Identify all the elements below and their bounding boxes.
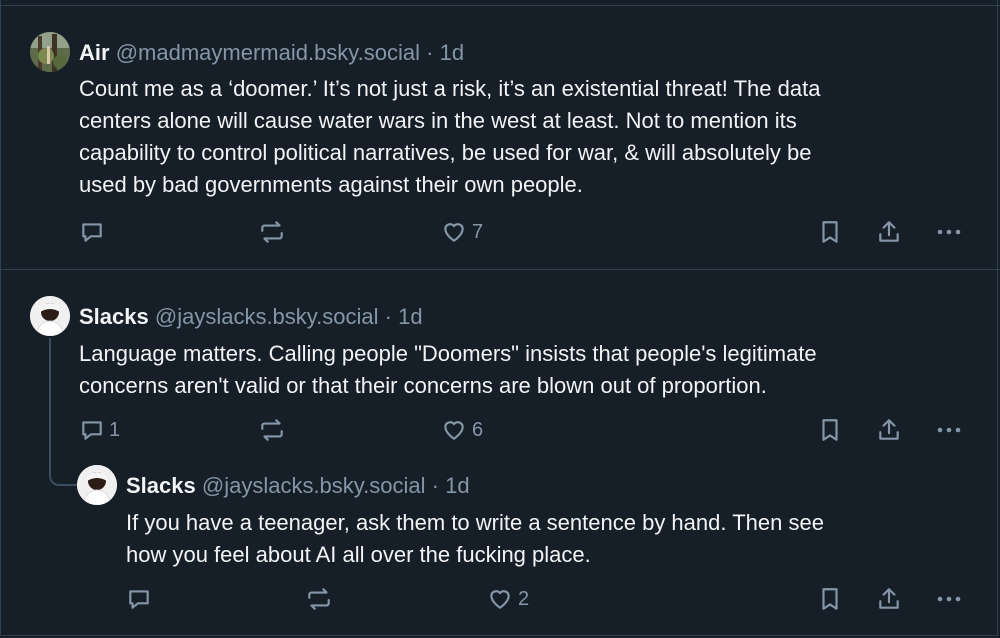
ellipsis-icon — [934, 586, 964, 612]
heart-icon — [440, 417, 468, 443]
repost-button[interactable] — [258, 415, 290, 445]
like-button[interactable]: 6 — [440, 415, 483, 445]
bookmark-button[interactable] — [818, 415, 842, 445]
text-line: capability to control political narrativ… — [79, 140, 812, 165]
speech-bubble-icon — [126, 586, 152, 612]
bookmark-button[interactable] — [818, 584, 842, 614]
like-count: 6 — [472, 418, 484, 441]
post-header: Slacks @jayslacks.bsky.social · 1d — [126, 472, 470, 500]
repost-arrows-icon — [258, 417, 286, 443]
repost-arrows-icon — [305, 586, 333, 612]
share-icon — [876, 586, 902, 612]
post-text: If you have a teenager, ask them to writ… — [126, 507, 986, 571]
reply-button[interactable]: 1 — [79, 415, 120, 445]
text-line: If you have a teenager, ask them to writ… — [126, 510, 824, 535]
bookmark-icon — [818, 219, 842, 245]
more-options-button[interactable] — [934, 584, 964, 614]
ellipsis-icon — [934, 417, 964, 443]
user-handle[interactable]: @madmaymermaid.bsky.social — [116, 40, 420, 65]
share-icon — [876, 417, 902, 443]
person-photo-avatar[interactable] — [77, 465, 117, 505]
post-header: Air @madmaymermaid.bsky.social · 1d — [79, 39, 464, 67]
display-name[interactable]: Air — [79, 40, 110, 65]
post-text: Language matters. Calling people "Doomer… — [79, 338, 979, 402]
text-line: concerns aren't valid or that their conc… — [79, 373, 767, 398]
post-timestamp[interactable]: 1d — [440, 40, 464, 65]
post-header: Slacks @jayslacks.bsky.social · 1d — [79, 303, 423, 331]
display-name[interactable]: Slacks — [126, 473, 196, 498]
post-timestamp[interactable]: 1d — [445, 473, 469, 498]
repost-button[interactable] — [305, 584, 337, 614]
bookmark-button[interactable] — [818, 217, 842, 247]
post-air[interactable]: Air @madmaymermaid.bsky.social · 1d Coun… — [0, 0, 1000, 269]
text-line: Language matters. Calling people "Doomer… — [79, 341, 817, 366]
repost-arrows-icon — [258, 219, 286, 245]
like-button[interactable]: 7 — [440, 217, 483, 247]
action-bar: 1 6 — [0, 415, 1000, 445]
meta-separator: · — [426, 40, 434, 65]
bookmark-icon — [818, 586, 842, 612]
like-count: 2 — [518, 587, 530, 610]
post-slacks-parent[interactable]: Slacks @jayslacks.bsky.social · 1d Langu… — [0, 270, 1000, 460]
share-button[interactable] — [876, 415, 902, 445]
more-options-button[interactable] — [934, 217, 964, 247]
speech-bubble-icon — [79, 417, 105, 443]
person-photo-avatar[interactable] — [30, 296, 70, 336]
heart-icon — [440, 219, 468, 245]
post-timestamp[interactable]: 1d — [398, 304, 422, 329]
heart-icon — [486, 586, 514, 612]
post-text: Count me as a ‘doomer.’ It’s not just a … — [79, 73, 979, 201]
post-slacks-reply[interactable]: Slacks @jayslacks.bsky.social · 1d If yo… — [0, 460, 1000, 630]
like-count: 7 — [472, 220, 484, 243]
more-options-button[interactable] — [934, 415, 964, 445]
share-icon — [876, 219, 902, 245]
action-bar: 7 — [0, 217, 1000, 247]
text-line: how you feel about AI all over the fucki… — [126, 542, 591, 567]
reply-button[interactable] — [79, 217, 109, 247]
repost-button[interactable] — [258, 217, 290, 247]
text-line: used by bad governments against their ow… — [79, 172, 583, 197]
meta-separator: · — [384, 304, 392, 329]
speech-bubble-icon — [79, 219, 105, 245]
bookmark-icon — [818, 417, 842, 443]
text-line: Count me as a ‘doomer.’ It’s not just a … — [79, 76, 821, 101]
ellipsis-icon — [934, 219, 964, 245]
meta-separator: · — [431, 473, 439, 498]
like-button[interactable]: 2 — [486, 584, 529, 614]
action-bar: 2 — [0, 584, 1000, 614]
share-button[interactable] — [876, 584, 902, 614]
user-handle[interactable]: @jayslacks.bsky.social — [155, 304, 379, 329]
display-name[interactable]: Slacks — [79, 304, 149, 329]
reply-count: 1 — [109, 418, 121, 441]
forest-photo-avatar[interactable] — [30, 32, 70, 72]
text-line: centers alone will cause water wars in t… — [79, 108, 797, 133]
share-button[interactable] — [876, 217, 902, 247]
reply-button[interactable] — [126, 584, 156, 614]
user-handle[interactable]: @jayslacks.bsky.social — [202, 473, 426, 498]
